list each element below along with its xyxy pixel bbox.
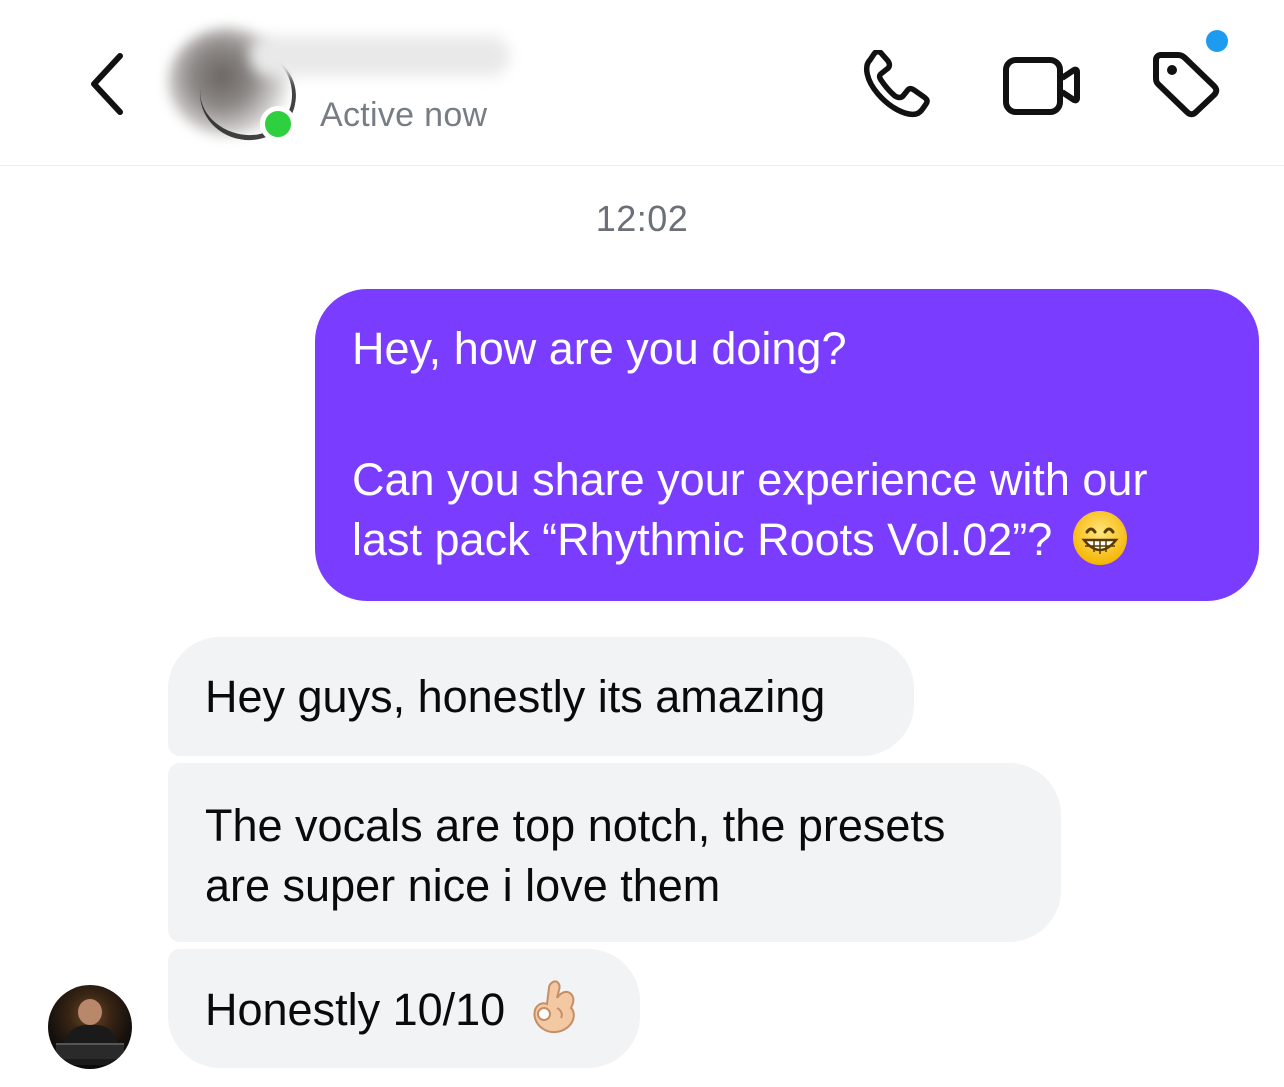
notification-badge: [1206, 30, 1228, 52]
message-line: are super nice i love them: [205, 860, 721, 911]
back-icon[interactable]: [82, 48, 134, 120]
message-line: Can you share your experience with our: [352, 454, 1148, 505]
contact-name-blurred[interactable]: [250, 36, 510, 76]
message-line-with-emoji: last pack “Rhythmic Roots Vol.02”?: [352, 510, 1223, 570]
incoming-message[interactable]: The vocals are top notch, the presets ar…: [168, 763, 1061, 942]
incoming-message[interactable]: Honestly 10/10: [168, 949, 640, 1068]
sender-avatar[interactable]: [48, 985, 132, 1069]
message-timestamp: 12:02: [595, 198, 689, 239]
message-line: Hey, how are you doing?: [352, 323, 847, 374]
message-line: last pack “Rhythmic Roots Vol.02”?: [352, 514, 1053, 565]
phone-icon[interactable]: [860, 50, 934, 120]
message-line: The vocals are top notch, the presets: [205, 800, 946, 851]
video-camera-icon[interactable]: [1000, 52, 1082, 118]
incoming-message[interactable]: Hey guys, honestly its amazing: [168, 637, 914, 756]
chat-header: Active now: [0, 0, 1284, 166]
active-status: Active now: [320, 96, 488, 134]
outgoing-message[interactable]: Hey, how are you doing? Can you share yo…: [315, 289, 1259, 601]
message-text: Honestly 10/10: [205, 984, 506, 1035]
avatar-head: [78, 999, 102, 1025]
ok-hand-emoji: [533, 980, 575, 1034]
online-status-dot: [260, 106, 296, 142]
message-text: Hey guys, honestly its amazing: [205, 671, 826, 722]
avatar-dj-deck: [56, 1043, 124, 1059]
grinning-face-emoji: [1073, 511, 1128, 566]
tag-icon[interactable]: [1148, 48, 1224, 120]
